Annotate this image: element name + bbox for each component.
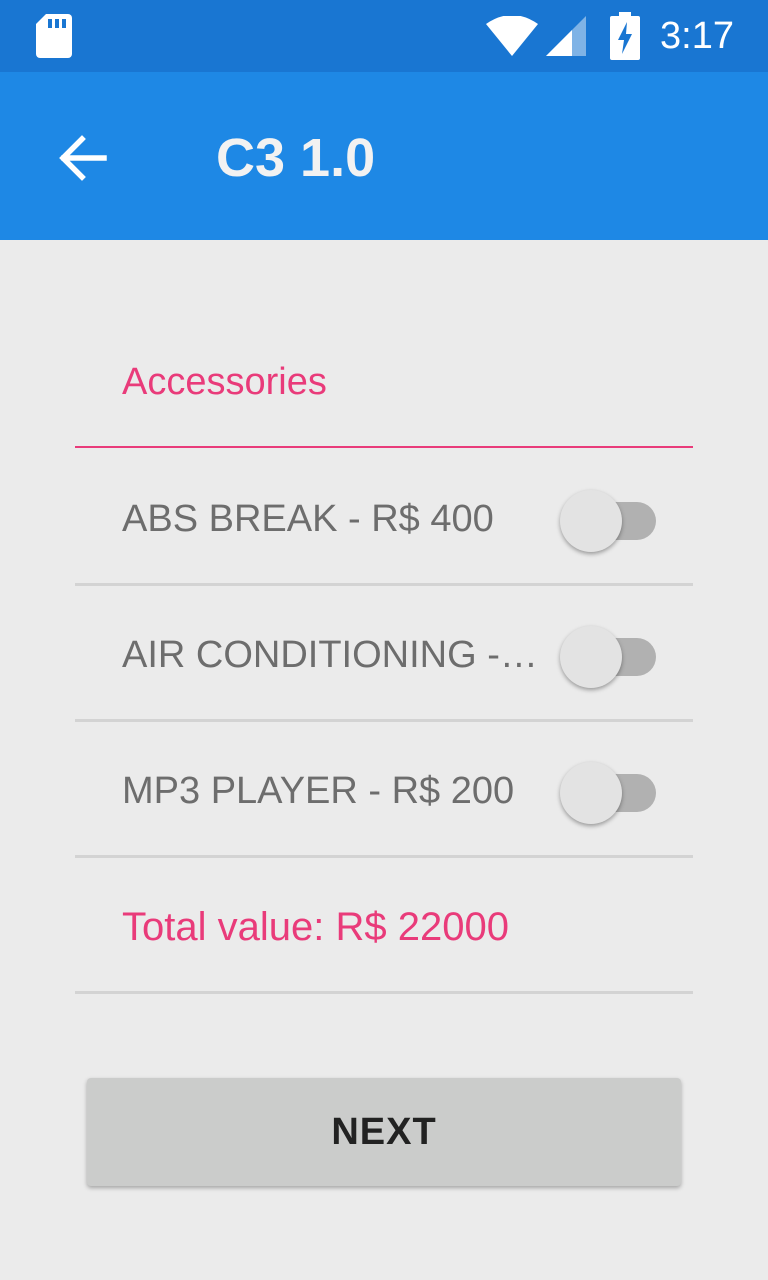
arrow-back-icon[interactable] (46, 122, 118, 194)
page-title: C3 1.0 (216, 128, 376, 188)
row-divider (75, 583, 693, 586)
row-divider (75, 991, 693, 994)
signal-icon (546, 16, 586, 56)
accessory-label-abs: ABS BREAK - R$ 400 (122, 498, 494, 540)
toggle-thumb (560, 490, 622, 552)
next-button[interactable]: NEXT (87, 1078, 681, 1186)
accessory-label-air-conditioning: AIR CONDITIONING -… (122, 634, 538, 676)
app-bar: C3 1.0 (0, 72, 768, 240)
toggle-abs-break[interactable] (560, 484, 660, 552)
row-divider (75, 855, 693, 858)
accessories-form: Accessories ABS BREAK - R$ 400 AIR CONDI… (0, 240, 768, 1280)
section-title-accessories: Accessories (122, 361, 327, 403)
wifi-icon (486, 16, 538, 56)
status-clock: 3:17 (660, 15, 734, 57)
row-divider (75, 719, 693, 722)
accessory-label-mp3-player: MP3 PLAYER - R$ 200 (122, 770, 515, 812)
battery-charging-icon (610, 12, 640, 60)
section-divider (75, 446, 693, 448)
total-value: Total value: R$ 22000 (122, 905, 509, 949)
toggle-air-conditioning[interactable] (560, 620, 660, 688)
sd-card-icon (36, 14, 72, 58)
status-bar: 3:17 (0, 0, 768, 72)
toggle-thumb (560, 762, 622, 824)
toggle-thumb (560, 626, 622, 688)
toggle-mp3-player[interactable] (560, 756, 660, 824)
